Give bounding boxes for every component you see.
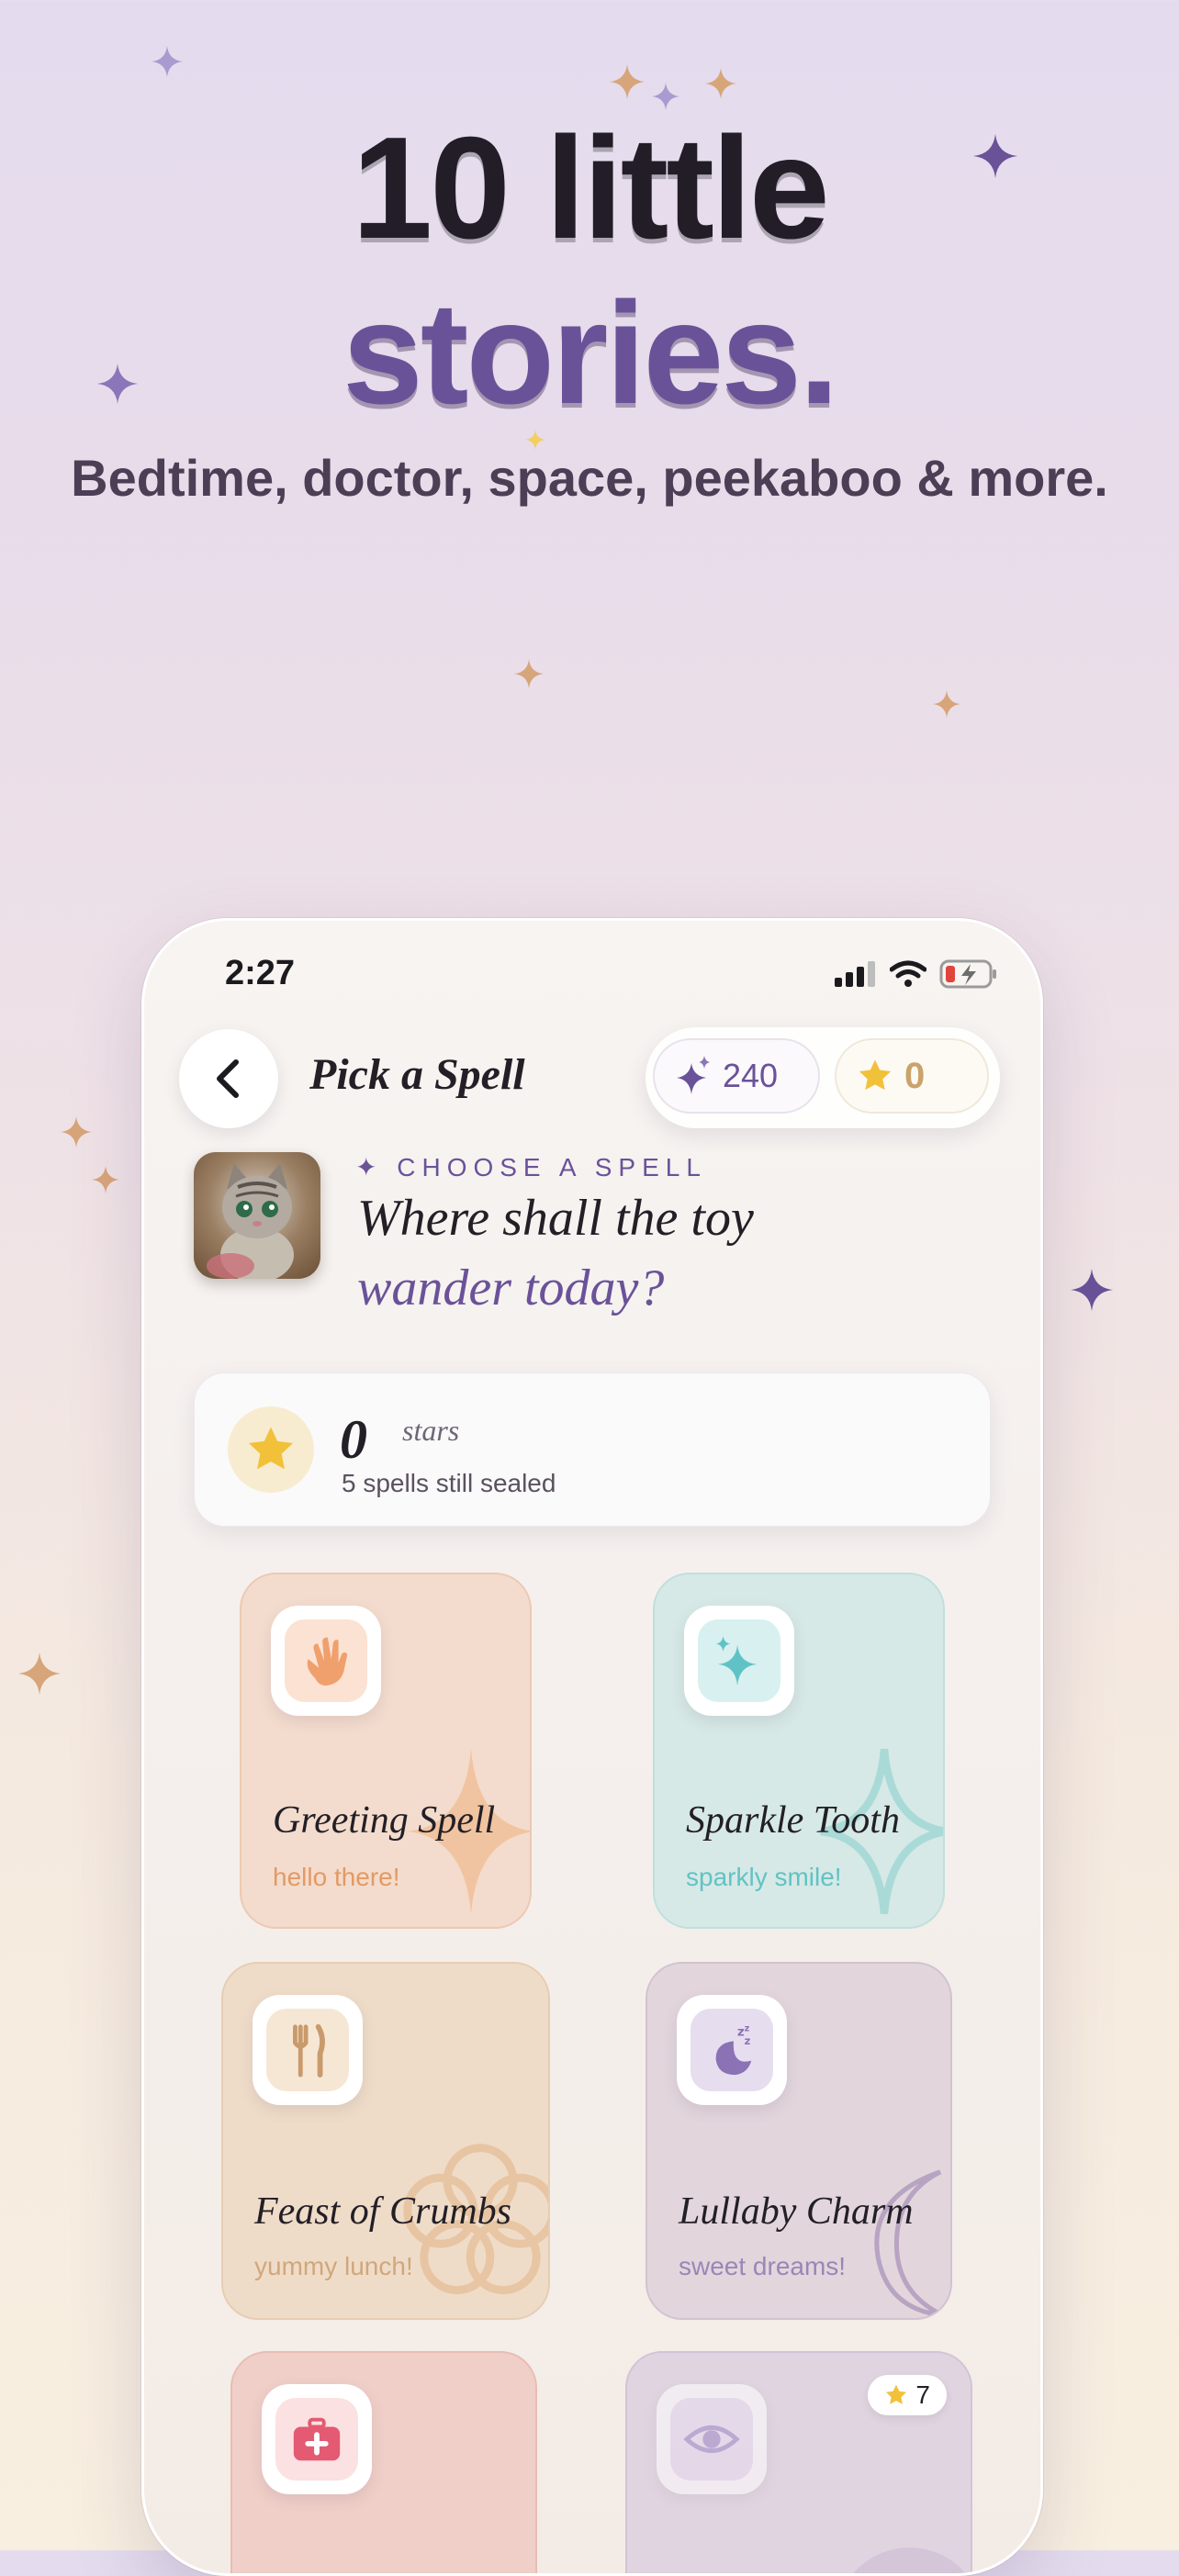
sparkle-decoration-icon (610, 64, 645, 99)
moon-zzz-icon: z z z (715, 2024, 752, 2076)
signal-icon (835, 961, 875, 987)
spell-icon-box (657, 2384, 767, 2494)
toy-avatar (194, 1152, 320, 1279)
headline-subtitle: Bedtime, doctor, space, peekaboo & more. (71, 449, 1108, 507)
stars-counter[interactable]: 0 (835, 1038, 989, 1114)
star-badge (228, 1406, 314, 1493)
sparkle-decoration-icon (933, 690, 960, 718)
stars-count: 0 (904, 1055, 926, 1096)
battery-charging-icon (939, 959, 996, 989)
waving-hand-icon (307, 1637, 348, 1686)
moon-decoration-icon (853, 2548, 966, 2573)
spell-subtitle: sparkly smile! (686, 1863, 842, 1891)
spell-icon-box (253, 1995, 363, 2105)
spell-subtitle: yummy lunch! (254, 2252, 413, 2280)
intro-question-line2: wander today? (357, 1260, 665, 1316)
status-icons (835, 959, 998, 989)
sparkle-small-icon: ✦ (355, 1153, 398, 1182)
spell-icon-box (262, 2384, 372, 2494)
spell-card-doctor[interactable] (230, 2351, 537, 2573)
spell-title: Sparkle Tooth (686, 1799, 900, 1842)
spell-subtitle: hello there! (273, 1863, 400, 1891)
required-stars-count: 7 (915, 2380, 930, 2409)
fork-knife-icon (293, 2023, 325, 2078)
sparkle-decoration-icon (652, 83, 679, 110)
headline-line2: stories. (342, 273, 839, 434)
kitten-toy-image (207, 1163, 294, 1279)
sparkle-decoration-icon (61, 1116, 92, 1148)
spell-card-feast[interactable]: Feast of Crumbs yummy lunch! (221, 1962, 550, 2320)
sealed-spells-note: 5 spells still sealed (342, 1469, 556, 1497)
sparkle-decoration-icon (705, 68, 736, 99)
star-icon (859, 1059, 892, 1091)
sparkle-decoration-icon (514, 659, 544, 689)
sparkle-decoration-icon (18, 1652, 61, 1695)
sparkle-decoration-icon (92, 1166, 119, 1193)
wifi-icon (890, 960, 926, 987)
spell-icon-box (271, 1606, 381, 1716)
sparkles-count: 240 (723, 1057, 779, 1094)
star-total: 0 (340, 1409, 367, 1470)
phone-frame: 2:27 Pick a Spell 240 0 ✦ CHOOSE A SPELL… (141, 918, 1043, 2576)
sparkle-decoration-icon (1071, 1269, 1113, 1311)
spell-title: Feast of Crumbs (254, 2190, 512, 2233)
spell-card-lullaby[interactable]: z z z Lullaby Charm sweet dreams! (646, 1962, 952, 2320)
page-title: Pick a Spell (309, 1050, 525, 1099)
sparkles-counter[interactable]: 240 (653, 1038, 820, 1114)
eye-icon (683, 2425, 740, 2453)
sparkles-icon (677, 1056, 710, 1094)
star-icon (886, 2384, 907, 2404)
status-time: 2:27 (225, 954, 296, 992)
star-total-label: stars (402, 1414, 460, 1447)
intro-question-line1: Where shall the toy (357, 1190, 754, 1247)
spell-card-greeting[interactable]: Greeting Spell hello there! (240, 1573, 532, 1929)
back-button[interactable] (179, 1029, 278, 1128)
spell-subtitle: sweet dreams! (679, 2252, 847, 2280)
currency-pills: 240 0 (646, 1027, 1000, 1128)
spell-icon-box (684, 1606, 794, 1716)
svg-text:z: z (745, 2034, 751, 2047)
spell-icon-box: z z z (677, 1995, 787, 2105)
required-stars-badge: 7 (868, 2375, 947, 2415)
spell-title: Greeting Spell (273, 1799, 496, 1842)
spell-card-peekaboo-locked[interactable]: 7 (625, 2351, 972, 2573)
intro-kicker: ✦ CHOOSE A SPELL (355, 1153, 707, 1182)
headline-line1: 10 little (352, 107, 829, 269)
svg-text:z: z (745, 2024, 750, 2034)
sparkle-decoration-icon (152, 46, 183, 77)
first-aid-kit-icon (293, 2417, 341, 2461)
chevron-left-icon (217, 1059, 239, 1098)
spell-title: Lullaby Charm (679, 2190, 914, 2233)
spell-card-sparkle-tooth[interactable]: Sparkle Tooth sparkly smile! (653, 1573, 945, 1929)
sparkle-icon (715, 1635, 758, 1686)
star-summary-card: 0 stars 5 spells still sealed (194, 1372, 991, 1527)
star-icon (248, 1427, 294, 1470)
